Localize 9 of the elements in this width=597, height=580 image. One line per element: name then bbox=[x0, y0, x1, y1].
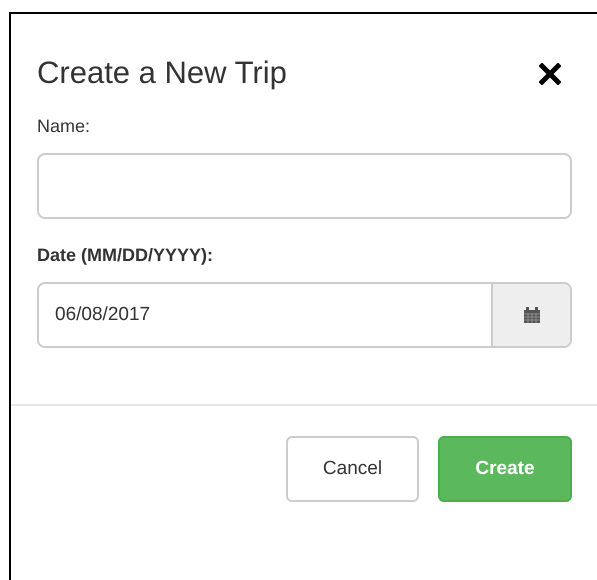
input-field[interactable]: 06/08/2017 bbox=[37, 282, 493, 348]
input-field[interactable] bbox=[37, 153, 572, 219]
field-label: Name: bbox=[37, 116, 92, 137]
field-label: Date (MM/DD/YYYY): bbox=[37, 245, 214, 266]
cancel-button[interactable]: Cancel bbox=[286, 436, 419, 502]
dialog-title: Create a New Trip bbox=[37, 55, 287, 91]
calendar-icon bbox=[524, 307, 540, 323]
close-icon[interactable] bbox=[539, 63, 561, 85]
calendar-button[interactable] bbox=[493, 282, 572, 348]
